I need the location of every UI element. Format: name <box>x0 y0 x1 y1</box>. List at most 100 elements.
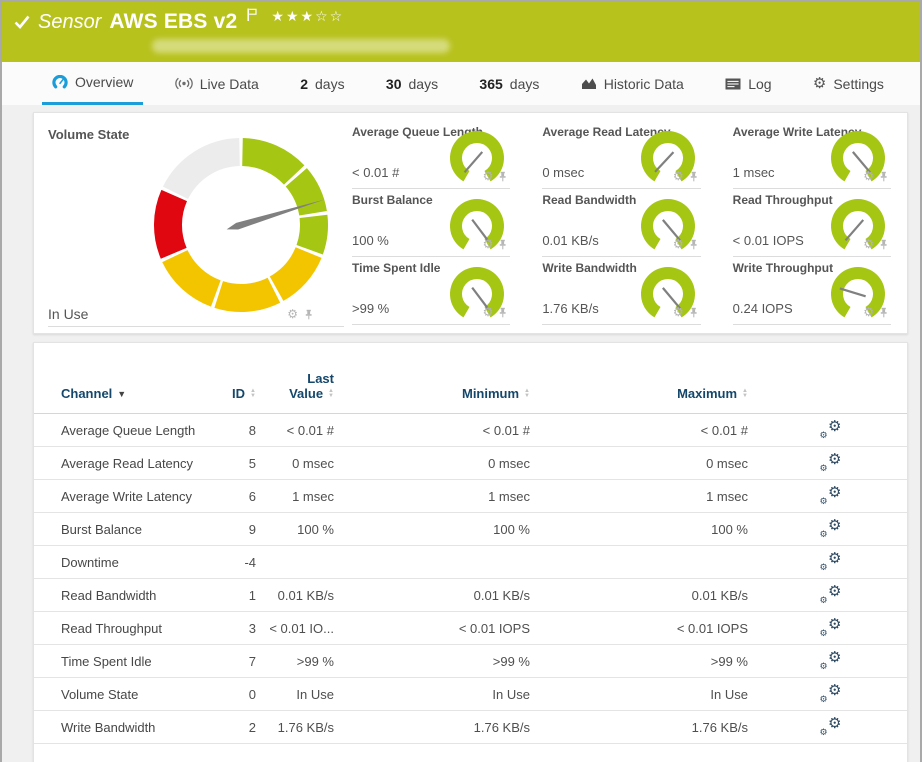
gear-icon[interactable]: ⚙ <box>483 306 494 318</box>
gauge-segment <box>310 216 314 249</box>
flag-icon[interactable] <box>247 8 257 26</box>
pin-icon[interactable] <box>497 307 508 318</box>
channel-settings-gears-icon[interactable]: ⚙⚙ <box>820 453 842 471</box>
pin-icon[interactable] <box>688 307 699 318</box>
cell-last_value: 0.01 KB/s <box>262 579 340 612</box>
cell-actions: ⚙⚙ <box>754 513 907 546</box>
tab-label: days <box>409 76 439 92</box>
channel-settings-gears-icon[interactable]: ⚙⚙ <box>820 519 842 537</box>
sort-icon: ▲▼ <box>742 389 748 399</box>
channel-settings-gears-icon[interactable]: ⚙⚙ <box>820 552 842 570</box>
gear-icon[interactable]: ⚙ <box>483 170 494 182</box>
cell-minimum: 100 % <box>340 513 536 546</box>
table-row-average-read-latency: Average Read Latency50 msec0 msec0 msec⚙… <box>34 447 907 480</box>
sensor-kind-label: Sensor <box>38 11 101 34</box>
tab-label: days <box>510 76 540 92</box>
mini-gauge <box>639 197 697 260</box>
channel-settings-gears-icon[interactable]: ⚙⚙ <box>820 717 842 735</box>
pin-icon[interactable] <box>878 171 889 182</box>
gauge-cell-average-write-latency: Average Write Latency1 msec⚙ <box>733 121 891 189</box>
cell-id: 1 <box>206 579 262 612</box>
tab-label: Log <box>748 76 771 92</box>
tab-bar: OverviewLive Data2days30days365daysHisto… <box>2 62 920 105</box>
channel-settings-gears-icon[interactable]: ⚙⚙ <box>820 585 842 603</box>
sort-icon: ▲▼ <box>524 389 530 399</box>
channel-settings-gears-icon[interactable]: ⚙⚙ <box>820 486 842 504</box>
sensor-name: AWS EBS v2 <box>109 10 237 34</box>
gear-icon[interactable]: ⚙ <box>483 238 494 250</box>
tab-number: 2 <box>300 76 308 92</box>
gauge-segment <box>277 253 309 289</box>
pin-icon[interactable] <box>497 239 508 250</box>
cell-maximum: >99 % <box>536 645 754 678</box>
column-header-actions <box>754 343 907 414</box>
pin-icon[interactable] <box>303 309 314 320</box>
cell-minimum: 1 msec <box>340 480 536 513</box>
channel-settings-gears-icon[interactable]: ⚙⚙ <box>820 651 842 669</box>
tab-365-days[interactable]: 365days <box>469 62 549 105</box>
column-header-minimum[interactable]: Minimum▲▼ <box>340 343 536 414</box>
gear-icon[interactable]: ⚙ <box>287 308 298 320</box>
gear-icon[interactable]: ⚙ <box>673 170 684 182</box>
cell-maximum: 1 msec <box>536 480 754 513</box>
cell-maximum: < 0.01 # <box>536 414 754 447</box>
tab-settings[interactable]: ⚙ Settings <box>803 62 894 105</box>
channel-table-panel: Channel▼ID▲▼LastValue▲▼Minimum▲▼Maximum▲… <box>33 342 908 762</box>
cell-channel: Read Throughput <box>34 612 206 645</box>
sensor-header: Sensor AWS EBS v2 ★★★☆☆ <box>2 2 920 62</box>
tab-log[interactable]: Log <box>715 62 781 105</box>
redacted-sensor-id <box>152 39 450 53</box>
tab-30-days[interactable]: 30 days <box>376 62 448 105</box>
gear-icon: ⚙ <box>813 76 826 91</box>
cell-actions: ⚙⚙ <box>754 645 907 678</box>
gear-icon[interactable]: ⚙ <box>863 170 874 182</box>
gauge-value: < 0.01 # <box>352 165 399 180</box>
column-header-id[interactable]: ID▲▼ <box>206 343 262 414</box>
pin-icon[interactable] <box>688 239 699 250</box>
tab-label: Settings <box>833 76 884 92</box>
cell-id: 9 <box>206 513 262 546</box>
cell-maximum: In Use <box>536 678 754 711</box>
gauge-cell-write-bandwidth: Write Bandwidth1.76 KB/s⚙ <box>542 257 700 325</box>
main-gauge-status: In Use <box>48 306 88 322</box>
column-header-last_value[interactable]: LastValue▲▼ <box>262 343 340 414</box>
priority-stars[interactable]: ★★★☆☆ <box>271 8 344 25</box>
gear-icon[interactable]: ⚙ <box>673 238 684 250</box>
cell-id: -4 <box>206 546 262 579</box>
cell-minimum: 0 msec <box>340 447 536 480</box>
gear-icon[interactable]: ⚙ <box>863 306 874 318</box>
cell-last_value: < 0.01 IO... <box>262 612 340 645</box>
cell-actions: ⚙⚙ <box>754 711 907 744</box>
tab-live-data[interactable]: Live Data <box>165 62 269 105</box>
pin-icon[interactable] <box>688 171 699 182</box>
tab-label: Live Data <box>200 76 259 92</box>
channel-settings-gears-icon[interactable]: ⚙⚙ <box>820 618 842 636</box>
cell-maximum <box>536 546 754 579</box>
cell-maximum: 0.01 KB/s <box>536 579 754 612</box>
channel-table: Channel▼ID▲▼LastValue▲▼Minimum▲▼Maximum▲… <box>34 343 907 744</box>
gear-icon[interactable]: ⚙ <box>673 306 684 318</box>
gauge-icon <box>52 75 68 90</box>
tab-2-days[interactable]: 2days <box>290 62 354 105</box>
cell-actions: ⚙⚙ <box>754 579 907 612</box>
gauge-cell-average-queue-length: Average Queue Length< 0.01 #⚙ <box>352 121 510 189</box>
column-header-maximum[interactable]: Maximum▲▼ <box>536 343 754 414</box>
mini-gauge <box>829 265 887 328</box>
channel-settings-gears-icon[interactable]: ⚙⚙ <box>820 684 842 702</box>
tab-number: 30 <box>386 76 402 92</box>
pin-icon[interactable] <box>878 239 889 250</box>
cell-last_value: >99 % <box>262 645 340 678</box>
column-header-channel[interactable]: Channel▼ <box>34 343 206 414</box>
mini-gauge <box>448 197 506 260</box>
check-icon <box>14 15 30 29</box>
tab-historic-data[interactable]: Historic Data <box>571 62 694 105</box>
gear-icon[interactable]: ⚙ <box>863 238 874 250</box>
pin-icon[interactable] <box>878 307 889 318</box>
gauge-segment <box>168 196 174 254</box>
gauge-segment <box>219 290 274 298</box>
prtg-sensor-page: Sensor AWS EBS v2 ★★★☆☆ Overview Live Dat… <box>0 0 922 762</box>
cell-last_value: 1 msec <box>262 480 340 513</box>
channel-settings-gears-icon[interactable]: ⚙⚙ <box>820 420 842 438</box>
tab-overview[interactable]: Overview <box>42 62 143 105</box>
pin-icon[interactable] <box>497 171 508 182</box>
